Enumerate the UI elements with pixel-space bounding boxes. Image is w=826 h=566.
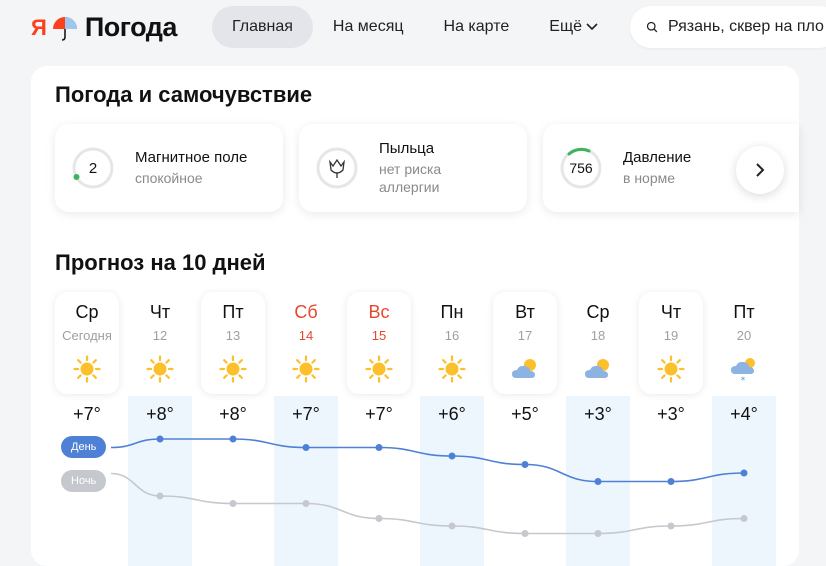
card-title: Пыльца — [379, 140, 435, 157]
day-name: Вс — [368, 302, 390, 322]
chevron-right-icon — [756, 163, 765, 177]
forecast-day[interactable]: Пт 20 * — [712, 292, 776, 394]
card-subtitle: спокойное — [135, 170, 203, 186]
wellbeing-title: Погода и самочувствие — [55, 82, 313, 107]
day-temp: +7° — [73, 404, 101, 424]
day-date: 12 — [152, 328, 168, 343]
search-input[interactable] — [666, 17, 826, 37]
gauge-icon: 2 — [72, 147, 114, 189]
day-temp-point — [375, 444, 383, 451]
gauge-value: 756 — [569, 160, 593, 176]
sun-icon — [657, 355, 685, 383]
night-label: Ночь — [61, 470, 107, 492]
day-temp: +8° — [146, 404, 174, 424]
card-subtitle-line2: аллергии — [379, 179, 440, 195]
night-temp-point — [667, 522, 675, 530]
day-date: 19 — [663, 328, 679, 343]
forecast-day[interactable]: Сб 14 — [274, 292, 338, 394]
card-subtitle: в норме — [623, 170, 676, 186]
day-name: Пт — [222, 302, 244, 322]
forecast-day[interactable]: Пн 16 — [420, 292, 484, 394]
sun-icon — [292, 355, 320, 383]
sun-icon — [438, 355, 466, 383]
partly-cloudy-icon — [585, 359, 609, 378]
next-button[interactable] — [736, 146, 784, 194]
forecast-title: Прогноз на 10 дней — [55, 250, 266, 275]
forecast-day[interactable]: Чт 12 — [128, 292, 192, 394]
day-name: Пт — [733, 302, 755, 322]
magnetic-field-card[interactable]: 2 Магнитное поле спокойное — [55, 124, 283, 212]
logo[interactable]: Я Погода — [31, 12, 177, 43]
day-name: Сб — [294, 302, 318, 322]
sun-icon — [73, 355, 101, 383]
sun-icon — [365, 355, 393, 383]
nav-more[interactable]: Ещё — [529, 6, 618, 48]
day-name: Пн — [440, 302, 464, 322]
day-temp: +4° — [730, 404, 758, 424]
nav-main-label: Главная — [232, 18, 293, 35]
day-temp: +8° — [219, 404, 247, 424]
logo-mark: Я — [31, 14, 47, 40]
day-date: 18 — [590, 328, 606, 343]
forecast-day[interactable]: Ср Сегодня — [55, 292, 119, 394]
day-temp: +3° — [657, 404, 685, 424]
day-temp: +6° — [438, 404, 466, 424]
cloud-snow-icon: * — [731, 358, 755, 384]
day-temp: +3° — [584, 404, 612, 424]
svg-text:*: * — [741, 376, 746, 384]
night-temp-point — [229, 500, 237, 507]
day-label: День — [61, 436, 107, 458]
forecast-day[interactable]: Пт 13 — [201, 292, 265, 394]
day-date: 17 — [517, 328, 533, 343]
forecast-day[interactable]: Ср 18 — [566, 292, 630, 394]
sun-icon — [146, 355, 174, 383]
nav-main[interactable]: Главная — [212, 6, 313, 48]
day-temp-point — [521, 461, 529, 468]
night-temp-point — [521, 530, 529, 537]
search-icon — [646, 21, 658, 33]
forecast-day[interactable]: Вт 17 — [493, 292, 557, 394]
day-temp: +7° — [292, 404, 320, 424]
tulip-icon — [316, 147, 358, 189]
day-date: 13 — [225, 328, 241, 343]
nav-month[interactable]: На месяц — [313, 6, 424, 48]
day-name: Чт — [149, 302, 171, 322]
umbrella-icon — [52, 16, 77, 41]
day-temp: +5° — [511, 404, 539, 424]
forecast-day[interactable]: Вс 15 — [347, 292, 411, 394]
gauge-icon: 756 — [560, 147, 602, 189]
day-temp-point — [229, 435, 237, 443]
pollen-card[interactable]: Пыльца нет риска аллергии — [299, 124, 527, 212]
main-nav: Главная На месяц На карте Ещё — [212, 6, 618, 48]
day-name: Ср — [586, 302, 610, 322]
forecast-day[interactable]: Чт 19 — [639, 292, 703, 394]
sun-icon — [219, 355, 247, 383]
logo-text: Погода — [84, 12, 178, 42]
night-temp-point — [375, 515, 383, 522]
day-date: 20 — [736, 328, 752, 343]
partly-cloudy-icon — [512, 359, 536, 378]
search-box[interactable] — [630, 6, 826, 48]
day-date: 15 — [371, 328, 387, 343]
day-temp-point — [667, 478, 675, 485]
day-date: 16 — [444, 328, 460, 343]
header: Я Погода Главная На месяц На карте Ещё — [0, 0, 826, 56]
day-name: Чт — [660, 302, 682, 322]
nav-more-label: Ещё — [549, 18, 583, 35]
day-date: Сегодня — [62, 328, 112, 343]
day-name: Ср — [75, 302, 99, 322]
card-title: Давление — [623, 149, 692, 166]
main-content: Погода и самочувствие 2 Магнитное поле с… — [31, 66, 799, 566]
day-name: Вт — [515, 302, 535, 322]
day-temp: +7° — [365, 404, 393, 424]
nav-map-label: На карте — [443, 18, 510, 35]
card-subtitle-line1: нет риска — [379, 161, 442, 177]
nav-month-label: На месяц — [332, 18, 404, 35]
day-date: 14 — [298, 328, 314, 343]
nav-map[interactable]: На карте — [424, 6, 530, 48]
card-title: Магнитное поле — [135, 149, 248, 166]
gauge-value: 2 — [89, 160, 97, 177]
chevron-down-icon — [586, 23, 598, 31]
